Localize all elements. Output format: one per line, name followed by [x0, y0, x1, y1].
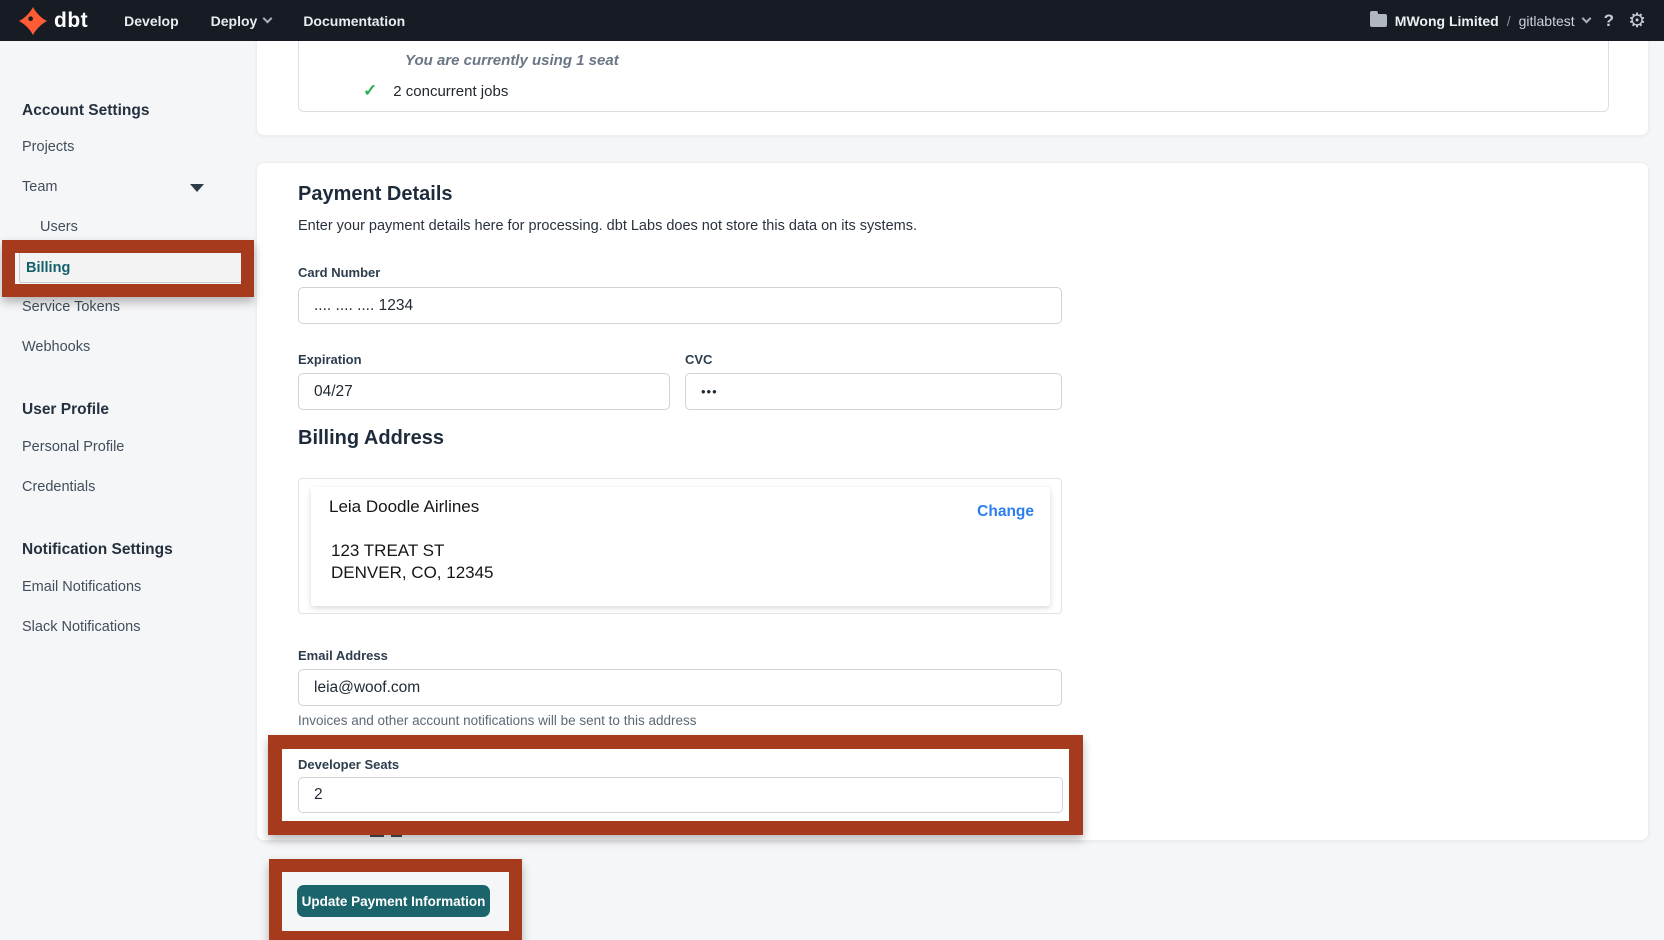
dbt-brand[interactable]: dbt — [18, 6, 88, 36]
developer-seats-label: Developer Seats — [298, 757, 399, 772]
concurrent-jobs-row: ✓ 2 concurrent jobs — [363, 81, 508, 101]
expiration-input[interactable] — [298, 373, 670, 410]
nav-link-documentation[interactable]: Documentation — [303, 13, 405, 29]
obscured-text-remnant — [391, 833, 402, 837]
billing-address-title: Billing Address — [298, 427, 444, 450]
gear-icon[interactable]: ⚙ — [1628, 11, 1646, 31]
nav-link-deploy[interactable]: Deploy — [211, 13, 272, 29]
sidebar-item-credentials[interactable]: Credentials — [22, 479, 95, 495]
payment-details-title: Payment Details — [298, 183, 453, 206]
sidebar-item-team[interactable]: Team — [22, 179, 57, 195]
billing-address-street: 123 TREAT ST — [331, 541, 444, 561]
project-name: gitlabtest — [1519, 13, 1575, 29]
card-number-label: Card Number — [298, 265, 380, 280]
billing-address-city: DENVER, CO, 12345 — [331, 563, 494, 583]
sidebar-header-account-settings: Account Settings — [22, 102, 149, 120]
account-name: MWong Limited — [1395, 13, 1499, 29]
obscured-text-remnant — [370, 834, 384, 837]
brand-name: dbt — [54, 9, 88, 33]
change-address-link[interactable]: Change — [977, 503, 1034, 521]
card-number-input[interactable] — [298, 287, 1062, 324]
dbt-logo-icon — [18, 6, 48, 36]
billing-address-box: Leia Doodle Airlines Change 123 TREAT ST… — [298, 478, 1062, 614]
billing-address-name: Leia Doodle Airlines — [329, 497, 479, 517]
app-root: dbt Develop Deploy Documentation MWong L… — [0, 0, 1664, 940]
sidebar-item-billing-active[interactable]: Billing — [19, 252, 242, 283]
email-helper-text: Invoices and other account notifications… — [298, 713, 696, 728]
nav-links: Develop Deploy Documentation — [124, 13, 405, 29]
email-address-input[interactable] — [298, 669, 1062, 706]
sidebar-item-service-tokens[interactable]: Service Tokens — [22, 299, 120, 315]
top-nav: dbt Develop Deploy Documentation MWong L… — [0, 0, 1664, 41]
sidebar-header-user-profile: User Profile — [22, 401, 109, 419]
update-payment-button[interactable]: Update Payment Information — [297, 885, 490, 917]
folder-icon — [1370, 14, 1387, 27]
expiration-label: Expiration — [298, 352, 362, 367]
developer-seats-input[interactable] — [298, 777, 1063, 813]
cvc-label: CVC — [685, 352, 712, 367]
seat-usage-note: You are currently using 1 seat — [405, 52, 619, 69]
email-address-label: Email Address — [298, 648, 388, 663]
cvc-input[interactable] — [685, 373, 1062, 410]
payment-details-description: Enter your payment details here for proc… — [298, 218, 917, 234]
breadcrumb-separator: / — [1507, 13, 1511, 29]
billing-address-card: Leia Doodle Airlines Change 123 TREAT ST… — [311, 487, 1050, 606]
sidebar-header-notification-settings: Notification Settings — [22, 541, 173, 559]
sidebar-item-personal-profile[interactable]: Personal Profile — [22, 439, 124, 455]
concurrent-jobs-text: 2 concurrent jobs — [393, 83, 508, 100]
chevron-down-icon — [1581, 14, 1591, 24]
account-switcher[interactable]: MWong Limited / gitlabtest — [1370, 13, 1590, 29]
nav-link-develop[interactable]: Develop — [124, 13, 178, 29]
sidebar-item-slack-notifications[interactable]: Slack Notifications — [22, 619, 140, 635]
caret-down-icon[interactable] — [190, 184, 204, 192]
payment-details-card: Payment Details Enter your payment detai… — [256, 162, 1649, 841]
sidebar-item-webhooks[interactable]: Webhooks — [22, 339, 90, 355]
chevron-down-icon — [263, 14, 273, 24]
sidebar-item-users[interactable]: Users — [40, 219, 78, 235]
check-icon: ✓ — [363, 81, 377, 101]
help-icon[interactable]: ? — [1604, 11, 1614, 31]
sidebar-item-email-notifications[interactable]: Email Notifications — [22, 579, 141, 595]
sidebar-item-billing-label: Billing — [26, 260, 70, 276]
nav-right: MWong Limited / gitlabtest ? ⚙ — [1370, 0, 1646, 41]
sidebar-item-projects[interactable]: Projects — [22, 139, 74, 155]
